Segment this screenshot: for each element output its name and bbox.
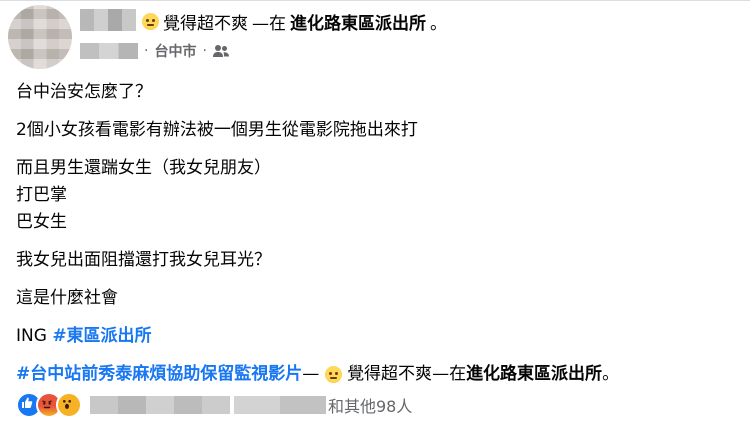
- ing-prefix: ING: [16, 326, 53, 346]
- wow-reaction-icon[interactable]: [56, 392, 82, 418]
- author-name-redacted[interactable]: [80, 9, 136, 31]
- meta-separator-2: ·: [202, 43, 207, 59]
- post-line: 巴女生: [16, 212, 67, 232]
- location-link[interactable]: 進化路東區派出所: [290, 9, 426, 34]
- footer-dash: —: [302, 364, 320, 384]
- footer-period: 。: [602, 364, 620, 384]
- post-line: 2個小女孩看電影有辦法被一個男生從電影院拖出來打: [16, 120, 418, 140]
- reactor-names-redacted-2[interactable]: [234, 396, 326, 414]
- ing-line: ING #東區派出所: [16, 323, 736, 350]
- post-line: 打巴掌: [16, 185, 67, 205]
- header-period: 。: [430, 13, 447, 34]
- hashtag-link[interactable]: #台中站前秀泰麻煩協助保留監視影片: [16, 364, 302, 384]
- post-line: 我女兒出面阻擋還打我女兒耳光？: [16, 250, 271, 270]
- at-separator: —在: [252, 13, 286, 34]
- friends-audience-icon[interactable]: [212, 44, 229, 58]
- meta-separator: ·: [144, 43, 149, 59]
- city-link[interactable]: 台中市: [154, 41, 196, 61]
- post-meta: · 台中市 ·: [80, 41, 229, 61]
- post-header: 覺得超不爽 —在 進化路東區派出所。: [142, 9, 447, 34]
- timestamp-redacted[interactable]: [80, 43, 138, 59]
- angry-face-emoji-icon: [142, 12, 159, 30]
- post-body: 台中治安怎麼了？ 2個小女孩看電影有辦法被一個男生從電影院拖出來打 而且男生還踹…: [16, 79, 736, 388]
- avatar[interactable]: [8, 5, 72, 69]
- hashtag-link[interactable]: #東區派出所: [52, 326, 151, 346]
- feeling-text: 覺得超不爽: [163, 13, 248, 34]
- post-line: 而且男生還踹女生（我女兒朋友）: [16, 158, 271, 178]
- facebook-post: 覺得超不爽 —在 進化路東區派出所。 · 台中市 · 台中治安怎麼了？ 2個小女孩看…: [0, 0, 750, 422]
- footer-line: #台中站前秀泰麻煩協助保留監視影片— 覺得超不爽—在進化路東區派出所。: [16, 361, 736, 388]
- reactions-bar[interactable]: 和其他98人: [16, 392, 412, 418]
- post-line: 這是什麼社會: [16, 288, 118, 308]
- footer-feeling: 覺得超不爽: [347, 364, 433, 384]
- post-line: 台中治安怎麼了？: [16, 82, 152, 102]
- footer-location-link[interactable]: 進化路東區派出所: [466, 364, 602, 384]
- reaction-summary[interactable]: 和其他98人: [328, 393, 412, 417]
- footer-at: —在: [432, 364, 467, 384]
- reactor-names-redacted[interactable]: [90, 396, 230, 414]
- angry-face-emoji-icon: [324, 365, 342, 383]
